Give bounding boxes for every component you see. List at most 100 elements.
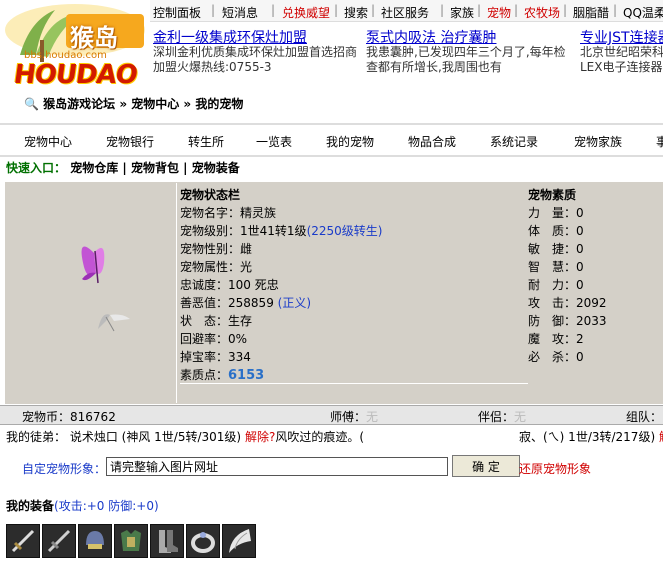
menu-more[interactable]: 事 — [656, 133, 663, 150]
nav-qq[interactable]: QQ温柔 — [623, 4, 663, 21]
pet-attr-label: 宠物属性： — [180, 260, 241, 274]
nav-messages[interactable]: 短消息 — [222, 4, 258, 21]
helmet-icon[interactable] — [78, 524, 112, 558]
equipment-title-text: 我的装备 — [6, 499, 55, 513]
pet-level-label: 宠物级别： — [180, 224, 241, 238]
pet-quality-label: 素质点： — [180, 368, 229, 382]
apprentice-label: 我的徒弟： — [6, 430, 67, 444]
menu-my-pets[interactable]: 我的宠物 — [326, 133, 374, 150]
ring-icon[interactable] — [186, 524, 220, 558]
pet-attr-value: 光 — [240, 260, 253, 274]
release-apprentice-link[interactable]: 解除 — [659, 430, 663, 444]
sword-icon[interactable] — [42, 524, 76, 558]
trait-defense: 防 御：2033 — [528, 312, 607, 329]
pet-drop-value: 334 — [228, 350, 251, 364]
menu-rebirth[interactable]: 转生所 — [188, 133, 224, 150]
apprentice-note: 风吹过的痕迹。( — [275, 430, 364, 444]
quick-link-backpack[interactable]: 宠物背包 — [131, 161, 179, 175]
menu-pet-bank[interactable]: 宠物银行 — [106, 133, 154, 150]
image-url-input[interactable] — [106, 457, 448, 476]
restore-image-link[interactable]: 还原宠物形象 — [519, 460, 591, 477]
menu-system-log[interactable]: 系统记录 — [490, 133, 538, 150]
nav-search[interactable]: 搜索 — [344, 4, 368, 21]
partner-value: 无 — [514, 410, 527, 424]
trait-label: 体 质： — [528, 224, 577, 238]
menu-pet-family[interactable]: 宠物家族 — [574, 133, 622, 150]
nav-control-panel[interactable]: 控制面板 — [153, 4, 201, 21]
trait-label: 敏 捷： — [528, 242, 577, 256]
pet-quality-value: 6153 — [228, 368, 265, 383]
trait-value: 2092 — [576, 296, 607, 310]
trait-value: 0 — [576, 350, 584, 364]
coin-value: 816762 — [70, 410, 116, 424]
confirm-button[interactable]: 确 定 — [452, 455, 520, 477]
nav-pets[interactable]: 宠物 — [487, 4, 511, 21]
trait-value: 2033 — [576, 314, 607, 328]
traits-header: 宠物素质 — [528, 188, 577, 202]
nav-separator: | — [211, 3, 216, 17]
quick-link-warehouse[interactable]: 宠物仓库 — [70, 161, 118, 175]
trait-critical: 必 杀：0 — [528, 348, 584, 365]
nav-community[interactable]: 社区服务 — [381, 4, 429, 21]
wing-icon[interactable] — [222, 524, 256, 558]
equipment-title: 我的装备(攻击:+0 防御:+0) — [6, 497, 159, 514]
pet-panel: 宠物状态栏 宠物名字：精灵族 宠物级别：1世41转1级(2250级转生) 宠物性… — [5, 182, 663, 404]
boots-icon[interactable] — [150, 524, 184, 558]
pet-drop-label: 掉宝率： — [180, 350, 229, 364]
breadcrumb-text[interactable]: 猴岛游戏论坛 » 宠物中心 » 我的宠物 — [43, 97, 243, 111]
pet-traits-panel: 宠物素质 力 量：0 体 质：0 敏 捷：0 智 慧：0 耐 力：0 攻 击：2… — [528, 183, 663, 403]
pet-gender-label: 宠物性别： — [180, 242, 241, 256]
pet-level-note: (2250级转生) — [306, 224, 383, 238]
pet-state-value: 生存 — [228, 314, 253, 328]
ad-2-line2: 查都有所增长,我周围也有 — [366, 60, 502, 74]
nav-farm[interactable]: 农牧场 — [524, 4, 560, 21]
ad-3-line2: LEX电子连接器 — [580, 60, 663, 74]
trait-endurance: 耐 力：0 — [528, 276, 584, 293]
trait-label: 力 量： — [528, 206, 577, 220]
pet-name-row: 宠物名字：精灵族 — [180, 204, 276, 221]
custom-image-label: 自定宠物形象： — [22, 462, 107, 476]
nav-family[interactable]: 家族 — [450, 4, 474, 21]
nav-rouge[interactable]: 胭脂醋 — [573, 4, 609, 21]
partner: 伴侣：无 — [478, 408, 526, 425]
nav-separator: | — [477, 3, 482, 17]
pet-level-row: 宠物级别：1世41转1级(2250级转生) — [180, 222, 382, 239]
butterfly-pet-image — [81, 246, 130, 332]
pet-name-label: 宠物名字： — [180, 206, 241, 220]
pet-karma-row: 善恶值：258859 (正义) — [180, 294, 311, 311]
nav-separator: | — [271, 3, 276, 17]
sword-icon[interactable] — [6, 524, 40, 558]
master-label: 师傅： — [330, 410, 367, 424]
partner-label: 伴侣： — [478, 410, 515, 424]
nav-separator: | — [334, 3, 339, 17]
master: 师傅：无 — [330, 408, 378, 425]
nav-separator: | — [514, 3, 519, 17]
pet-drop-row: 掉宝率：334 — [180, 348, 251, 365]
pet-name-value: 精灵族 — [240, 206, 277, 220]
site-logo[interactable]: 猴岛 bbs.houdao.com HOUDAO — [0, 0, 150, 95]
apprentice-entry: 说术烛口 (神风 1世/5转/301级) — [69, 430, 242, 444]
trait-attack: 攻 击：2092 — [528, 294, 607, 311]
armor-icon[interactable] — [114, 524, 148, 558]
quick-link-equipment[interactable]: 宠物装备 — [192, 161, 240, 175]
release-apprentice-link[interactable]: 解除? — [245, 430, 275, 444]
pet-karma-label: 善恶值： — [180, 296, 229, 310]
trait-label: 智 慧： — [528, 260, 577, 274]
master-value: 无 — [366, 410, 379, 424]
menu-overview[interactable]: 一览表 — [256, 133, 292, 150]
pet-dodge-value: 0% — [228, 332, 248, 346]
trait-label: 攻 击： — [528, 296, 577, 310]
magnifier-icon: 🔍 — [24, 97, 39, 111]
pet-state-row: 状 态：生存 — [180, 312, 252, 329]
trait-magic-attack: 魔 攻：2 — [528, 330, 584, 347]
apprentice-row-2: 寂、(ㄟ) 1世/3转/217级) 解除 — [519, 428, 663, 445]
menu-pet-center[interactable]: 宠物中心 — [24, 133, 72, 150]
pet-menu-bar: 宠物中心 宠物银行 转生所 一览表 我的宠物 物品合成 系统记录 宠物家族 事 — [0, 123, 663, 157]
nav-exchange-prestige[interactable]: 兑换威望 — [282, 4, 330, 21]
equipment-stats: (攻击:+0 防御:+0) — [54, 499, 159, 513]
nav-separator: | — [440, 3, 445, 17]
pet-quality-row: 素质点：6153 — [180, 366, 264, 383]
trait-wisdom: 智 慧：0 — [528, 258, 584, 275]
menu-synthesis[interactable]: 物品合成 — [408, 133, 456, 150]
pet-gender-value: 雌 — [240, 242, 253, 256]
